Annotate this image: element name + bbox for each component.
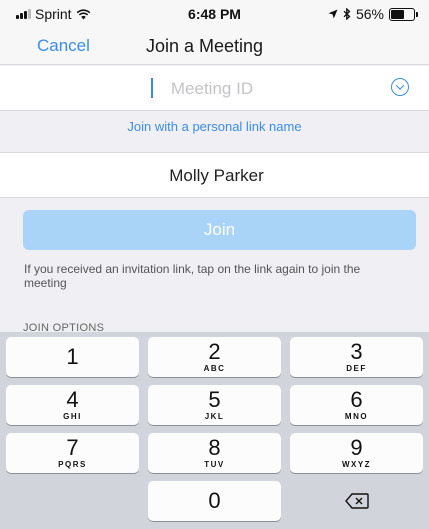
meeting-id-input[interactable] <box>80 74 344 104</box>
key-letters: MNO <box>344 412 369 421</box>
status-right: 56% <box>328 6 418 22</box>
text-cursor <box>151 78 153 98</box>
key-digit: 8 <box>208 435 221 460</box>
chevron-circle-down-icon[interactable] <box>391 78 409 96</box>
key-letters: JKL <box>204 412 225 421</box>
key-9[interactable]: 9 WXYZ <box>290 433 423 473</box>
key-7[interactable]: 7 PQRS <box>6 433 139 473</box>
invitation-hint: If you received an invitation link, tap … <box>24 262 361 290</box>
meeting-id-row <box>0 66 429 111</box>
key-letters: DEF <box>346 364 367 373</box>
key-digit: 1 <box>66 344 79 369</box>
key-letters: GHI <box>63 412 82 421</box>
key-3[interactable]: 3 DEF <box>290 337 423 377</box>
key-digit: 7 <box>66 435 79 460</box>
key-5[interactable]: 5 JKL <box>148 385 281 425</box>
key-letters: ABC <box>203 364 226 373</box>
key-letters: TUV <box>204 460 225 469</box>
key-digit: 3 <box>350 339 363 364</box>
key-6[interactable]: 6 MNO <box>290 385 423 425</box>
key-letters: PQRS <box>58 460 87 469</box>
key-digit: 6 <box>350 387 363 412</box>
key-digit: 9 <box>350 435 363 460</box>
key-letters: WXYZ <box>341 460 372 469</box>
status-bar: Sprint 6:48 PM 56% <box>0 0 429 28</box>
backspace-icon <box>344 493 369 509</box>
key-digit: 2 <box>208 339 221 364</box>
location-arrow-icon <box>328 9 338 19</box>
key-digit: 0 <box>208 488 221 513</box>
key-4[interactable]: 4 GHI <box>6 385 139 425</box>
key-0[interactable]: 0 <box>148 481 281 521</box>
personal-link-name-link[interactable]: Join with a personal link name <box>0 110 429 144</box>
join-button[interactable]: Join <box>23 210 416 250</box>
bluetooth-icon <box>343 8 351 20</box>
key-digit: 4 <box>66 387 79 412</box>
battery-percent: 56% <box>355 6 384 22</box>
screen-name-input[interactable] <box>0 161 429 191</box>
cancel-button[interactable]: Cancel <box>37 36 90 56</box>
screen-name-row <box>0 152 429 198</box>
key-digit: 5 <box>208 387 221 412</box>
page-title: Join a Meeting <box>146 36 264 56</box>
battery-icon <box>389 7 418 21</box>
nav-bar: Cancel Join a Meeting <box>0 28 429 65</box>
backspace-key[interactable] <box>290 481 423 521</box>
numeric-keypad: 1 2 ABC 3 DEF 4 GHI 5 JKL 6 MNO 7 PQRS 8… <box>0 332 429 529</box>
key-1[interactable]: 1 <box>6 337 139 377</box>
key-2[interactable]: 2 ABC <box>148 337 281 377</box>
battery-fill <box>391 9 405 19</box>
key-8[interactable]: 8 TUV <box>148 433 281 473</box>
